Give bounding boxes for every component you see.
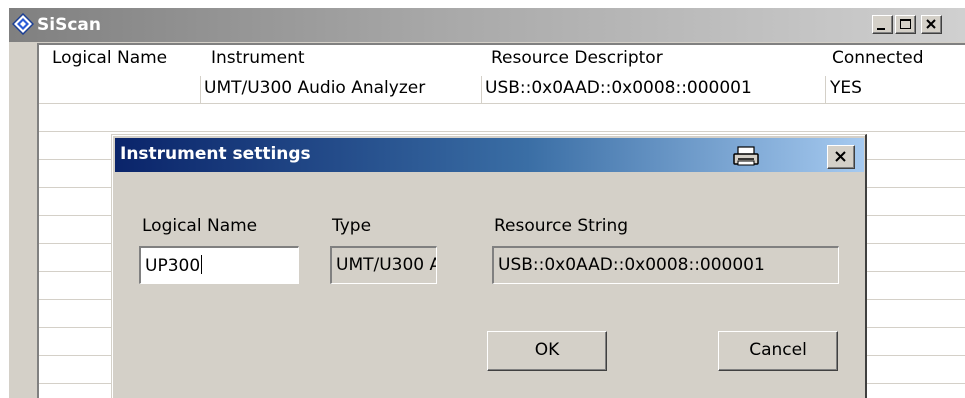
- column-divider: [825, 76, 826, 103]
- column-header-resource-descriptor[interactable]: Resource Descriptor: [491, 48, 663, 68]
- type-value: UMT/U300 Audio Analyzer: [336, 255, 436, 275]
- close-icon: [835, 151, 846, 162]
- maximize-button[interactable]: [895, 15, 916, 34]
- column-header-instrument[interactable]: Instrument: [211, 48, 305, 68]
- cell-instrument: UMT/U300 Audio Analyzer: [204, 78, 426, 98]
- type-label: Type: [332, 216, 372, 236]
- cancel-button[interactable]: Cancel: [718, 331, 838, 371]
- printer-icon[interactable]: [730, 145, 764, 167]
- dialog-close-button[interactable]: [827, 145, 855, 169]
- dialog-title-bar[interactable]: Instrument settings: [115, 138, 864, 172]
- siscan-diamond-icon: [11, 12, 35, 36]
- logical-name-value: UP300: [145, 256, 201, 276]
- column-divider: [200, 76, 201, 103]
- logical-name-input[interactable]: UP300: [139, 246, 299, 284]
- ok-button[interactable]: OK: [487, 331, 607, 371]
- logical-name-label: Logical Name: [142, 216, 258, 236]
- list-header: Logical Name Instrument Resource Descrip…: [39, 45, 965, 76]
- column-header-logical-name[interactable]: Logical Name: [52, 48, 167, 68]
- grid-line: [39, 103, 965, 104]
- window-title-bar[interactable]: SiScan: [9, 8, 965, 42]
- resource-string-label: Resource String: [494, 216, 629, 236]
- minimize-button[interactable]: [872, 15, 893, 34]
- app-title: SiScan: [37, 15, 101, 35]
- minimize-icon: [877, 28, 885, 30]
- dialog-title: Instrument settings: [120, 144, 311, 164]
- resource-value: USB::0x0AAD::0x0008::000001: [498, 255, 765, 275]
- type-field: UMT/U300 Audio Analyzer: [330, 246, 437, 284]
- resource-string-field: USB::0x0AAD::0x0008::000001: [492, 246, 839, 284]
- close-icon: [926, 19, 936, 29]
- maximize-icon: [900, 19, 911, 29]
- cell-connected: YES: [830, 78, 862, 98]
- cell-resource: USB::0x0AAD::0x0008::000001: [485, 78, 752, 98]
- column-header-connected[interactable]: Connected: [832, 48, 924, 68]
- close-window-button[interactable]: [921, 15, 942, 34]
- table-row[interactable]: UMT/U300 Audio Analyzer USB::0x0AAD::0x0…: [39, 76, 965, 103]
- instrument-settings-dialog: Instrument settings Logical Name Type Re…: [111, 134, 867, 398]
- column-divider: [481, 76, 482, 103]
- grid-line: [39, 131, 965, 132]
- text-caret: [201, 255, 203, 274]
